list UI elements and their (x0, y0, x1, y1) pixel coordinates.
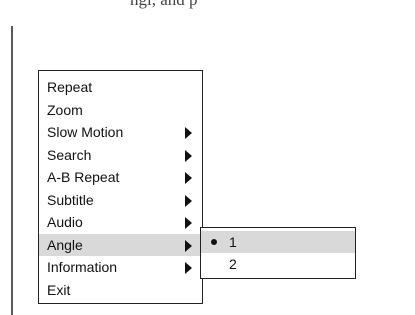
bullet-dot-icon (211, 239, 217, 245)
triangle-right-icon (185, 149, 192, 162)
menu-item-label: Audio (47, 214, 83, 230)
menu-item-label: Search (47, 146, 92, 163)
angle-option-1[interactable]: 1 (201, 231, 355, 253)
playback-menu: Repeat Zoom Slow Motion Search A-B Repea… (38, 70, 203, 304)
menu-item-exit[interactable]: Exit (39, 279, 202, 302)
triangle-right-icon (185, 194, 192, 207)
triangle-right-icon (185, 217, 192, 229)
menu-item-label: A-B Repeat (47, 169, 120, 185)
menu-item-label: Zoom (47, 101, 83, 118)
triangle-right-icon (185, 239, 192, 252)
menu-item-ab-repeat[interactable]: A-B Repeat (39, 166, 202, 189)
menu-item-label: Repeat (47, 79, 93, 95)
menu-item-zoom[interactable]: Zoom (39, 99, 202, 122)
menu-item-audio[interactable]: Audio (39, 211, 202, 234)
angle-option-label: 1 (229, 234, 237, 250)
menu-item-search[interactable]: Search (39, 144, 202, 167)
menu-item-angle[interactable]: Angle (39, 233, 202, 256)
menu-item-label: Information (47, 259, 118, 275)
angle-submenu: 1 2 (200, 227, 356, 279)
triangle-right-icon (185, 127, 192, 139)
menu-item-label: Angle (47, 236, 83, 253)
screen-left-edge (11, 26, 13, 315)
menu-item-repeat[interactable]: Repeat (39, 76, 202, 99)
angle-option-2[interactable]: 2 (201, 253, 355, 275)
menu-item-subtitle[interactable]: Subtitle (39, 189, 202, 212)
menu-item-information[interactable]: Information (39, 256, 202, 279)
menu-item-label: Subtitle (47, 191, 94, 208)
angle-option-label: 2 (229, 256, 237, 272)
menu-item-label: Slow Motion (47, 124, 124, 140)
triangle-right-icon (185, 172, 192, 184)
triangle-right-icon (185, 262, 192, 274)
page-top-text: ngl, and p (130, 0, 198, 10)
menu-item-label: Exit (47, 281, 71, 298)
menu-item-slow-motion[interactable]: Slow Motion (39, 121, 202, 144)
